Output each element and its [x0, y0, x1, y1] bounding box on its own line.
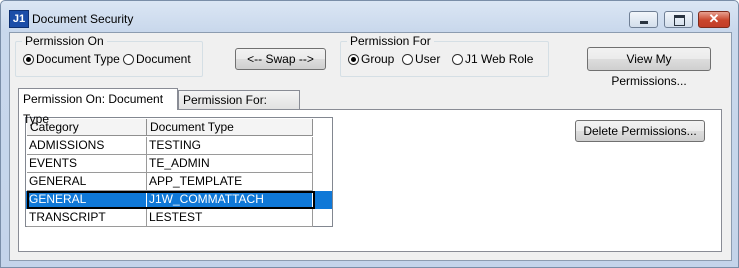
minimize-icon	[640, 21, 648, 24]
cell-category: ADMISSIONS	[27, 137, 147, 155]
tab-permission-on-document-type[interactable]: Permission On: Document Type	[18, 88, 178, 126]
minimize-button[interactable]	[629, 11, 658, 28]
radio-circle[interactable]	[123, 53, 134, 65]
radio-circle[interactable]	[402, 53, 413, 65]
radio-document-type-label: Document Type	[36, 52, 120, 66]
cell-document-type: LESTEST	[147, 209, 313, 227]
radio-user[interactable]: User	[402, 52, 440, 66]
radio-j1-web-role-label: J1 Web Role	[465, 52, 534, 66]
tab-bar: Permission On: Document Type Permission …	[18, 88, 708, 126]
table-row[interactable]: ADMISSIONS TESTING	[26, 137, 332, 155]
view-my-permissions-button[interactable]: View My Permissions...	[587, 47, 711, 88]
radio-circle-checked[interactable]	[348, 53, 359, 65]
tab-panel: Category Document Type ADMISSIONS TESTIN…	[18, 109, 722, 252]
radio-document-label: Document	[136, 52, 191, 66]
maximize-button[interactable]	[664, 11, 693, 28]
radio-j1-web-role[interactable]: J1 Web Role	[452, 52, 533, 66]
permissions-grid[interactable]: Category Document Type ADMISSIONS TESTIN…	[25, 117, 333, 227]
column-header-document-type[interactable]: Document Type	[147, 119, 313, 136]
radio-circle-checked[interactable]	[23, 53, 34, 65]
cell-document-type: TE_ADMIN	[147, 155, 313, 173]
cell-category: GENERAL	[27, 191, 147, 209]
client-area: Permission On Document Type Document <--…	[9, 32, 732, 261]
permission-on-group: Permission On Document Type Document	[15, 34, 203, 77]
title-bar[interactable]: J1 Document Security ✕	[1, 1, 738, 32]
permission-on-label: Permission On	[22, 34, 107, 48]
radio-document-type[interactable]: Document Type	[23, 52, 120, 66]
radio-document[interactable]: Document	[123, 52, 191, 66]
table-row[interactable]: GENERAL APP_TEMPLATE	[26, 173, 332, 191]
radio-user-label: User	[415, 52, 441, 66]
cell-category: GENERAL	[27, 173, 147, 191]
cell-document-type: J1W_COMMATTACH	[147, 191, 313, 209]
permission-for-group: Permission For Group User J1 Web Role	[340, 34, 549, 77]
cell-document-type: TESTING	[147, 137, 313, 155]
table-row[interactable]: TRANSCRIPT LESTEST	[26, 209, 332, 227]
close-icon: ✕	[708, 11, 720, 26]
permission-for-label: Permission For	[347, 34, 434, 48]
maximize-icon	[674, 15, 685, 26]
document-security-window: J1 Document Security ✕ Permission On Doc…	[0, 0, 739, 268]
window-title: Document Security	[32, 12, 134, 26]
close-button[interactable]: ✕	[698, 11, 730, 28]
swap-button[interactable]: <-- Swap -->	[235, 48, 326, 70]
radio-group[interactable]: Group	[348, 52, 394, 66]
tab-permission-for-group[interactable]: Permission For: Group	[178, 90, 300, 126]
delete-permissions-button[interactable]: Delete Permissions...	[575, 120, 705, 142]
radio-circle[interactable]	[452, 53, 463, 65]
cell-document-type: APP_TEMPLATE	[147, 173, 313, 191]
cell-category: EVENTS	[27, 155, 147, 173]
radio-group-label: Group	[361, 52, 395, 66]
j1-app-icon: J1	[9, 10, 29, 28]
cell-category: TRANSCRIPT	[27, 209, 147, 227]
table-row[interactable]: EVENTS TE_ADMIN	[26, 155, 332, 173]
table-row-selected[interactable]: GENERAL J1W_COMMATTACH	[26, 191, 332, 209]
